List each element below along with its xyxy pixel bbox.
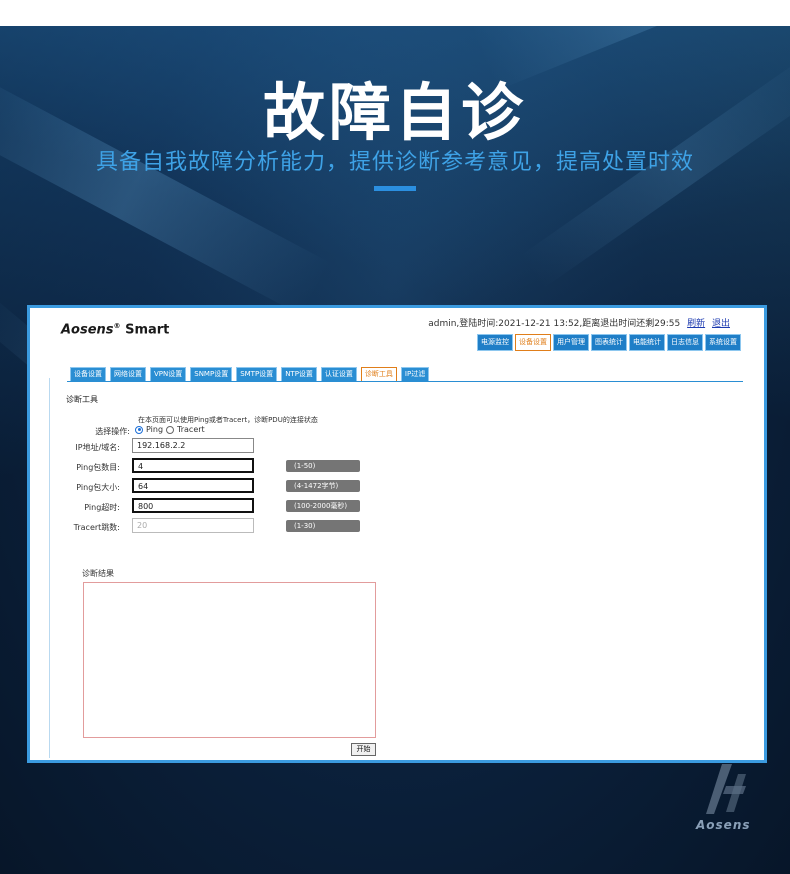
ping-count-hint: (1-50) <box>286 460 360 472</box>
logo-brand: Aosens <box>61 322 114 338</box>
hero-title: 故障自诊 <box>262 76 527 149</box>
ping-timeout-label: Ping超时: <box>84 503 120 512</box>
settings-tab[interactable]: 认证设置 <box>320 367 357 382</box>
result-textarea[interactable] <box>83 582 376 738</box>
hero-divider <box>374 186 416 191</box>
settings-tabs: 设备设置 网络设置 VPN设置 SNMP设置 SMTP设置 NTP设置 认证设置 诊断工具 IP… <box>70 367 430 382</box>
ip-label: IP地址/域名: <box>75 443 120 452</box>
tracert-radio-label: Tracert <box>177 425 205 434</box>
settings-tab[interactable]: 设备设置 <box>70 367 106 382</box>
ping-size-input[interactable]: 64 <box>132 478 254 493</box>
settings-tab[interactable]: IP过滤 <box>400 367 430 382</box>
result-label: 诊断结果 <box>82 569 114 578</box>
start-button[interactable]: 开始 <box>351 743 376 756</box>
ping-count-label: Ping包数目: <box>76 463 120 472</box>
content-left-border <box>49 378 50 758</box>
ping-count-input[interactable]: 4 <box>132 458 254 473</box>
operation-radio-group: Ping Tracert <box>135 425 205 434</box>
tracert-hops-label: Tracert跳数: <box>73 523 120 532</box>
topnav-item[interactable]: 电能统计 <box>629 334 665 351</box>
hero-subtitle: 具备自我故障分析能力，提供诊断参考意见，提高处置时效 <box>95 150 694 175</box>
settings-tab[interactable]: SMTP设置 <box>236 367 278 382</box>
settings-tab[interactable]: 网络设置 <box>110 367 146 382</box>
tab-underline <box>67 381 743 382</box>
topnav-item[interactable]: 图表统计 <box>591 334 627 351</box>
user-session-info: admin,登陆时间:2021-12-21 13:52,距离退出时间还剩29:5… <box>428 316 730 329</box>
app-logo: Aosens® Smart <box>61 322 169 337</box>
settings-tab[interactable]: SNMP设置 <box>190 367 233 382</box>
tracert-hops-hint: (1-30) <box>286 520 360 532</box>
settings-tab[interactable]: VPN设置 <box>150 367 187 382</box>
settings-tab[interactable]: 诊断工具 <box>360 367 397 382</box>
corner-brand-text: Aosens <box>696 818 751 832</box>
topnav-item[interactable]: 用户管理 <box>553 334 589 351</box>
tracert-hops-input[interactable]: 20 <box>132 518 254 533</box>
topnav-item[interactable]: 系统设置 <box>705 334 741 351</box>
topnav-item[interactable]: 电源监控 <box>477 334 513 351</box>
tool-description: 在本页面可以使用Ping或者Tracert，诊断PDU的连接状态 <box>138 416 318 424</box>
tracert-radio[interactable] <box>166 425 175 434</box>
session-text: admin,登陆时间:2021-12-21 13:52,距离退出时间还剩29:5… <box>428 319 681 329</box>
refresh-link[interactable]: 刷新 <box>687 319 705 329</box>
settings-tab[interactable]: NTP设置 <box>281 367 317 382</box>
ping-timeout-hint: (100-2000毫秒) <box>286 500 360 512</box>
section-title: 诊断工具 <box>66 395 98 404</box>
ip-input[interactable]: 192.168.2.2 <box>132 438 254 453</box>
operation-label: 选择操作: <box>95 427 130 436</box>
topnav-item[interactable]: 日志信息 <box>667 334 703 351</box>
ping-radio-label: Ping <box>146 425 164 434</box>
ping-radio[interactable] <box>135 425 143 434</box>
top-navigation: 电源监控 设备设置 用户管理 图表统计 电能统计 日志信息 系统设置 <box>477 334 741 351</box>
ping-size-label: Ping包大小: <box>76 483 120 492</box>
app-window: Aosens® Smart admin,登陆时间:2021-12-21 13:5… <box>27 305 767 763</box>
logo-product: Smart <box>125 322 170 338</box>
logo-registered-mark: ® <box>113 322 121 330</box>
ping-size-hint: (4-1472字节) <box>286 480 360 492</box>
topnav-item[interactable]: 设备设置 <box>515 334 551 351</box>
logout-link[interactable]: 退出 <box>712 319 730 329</box>
ping-timeout-input[interactable]: 800 <box>132 498 254 513</box>
